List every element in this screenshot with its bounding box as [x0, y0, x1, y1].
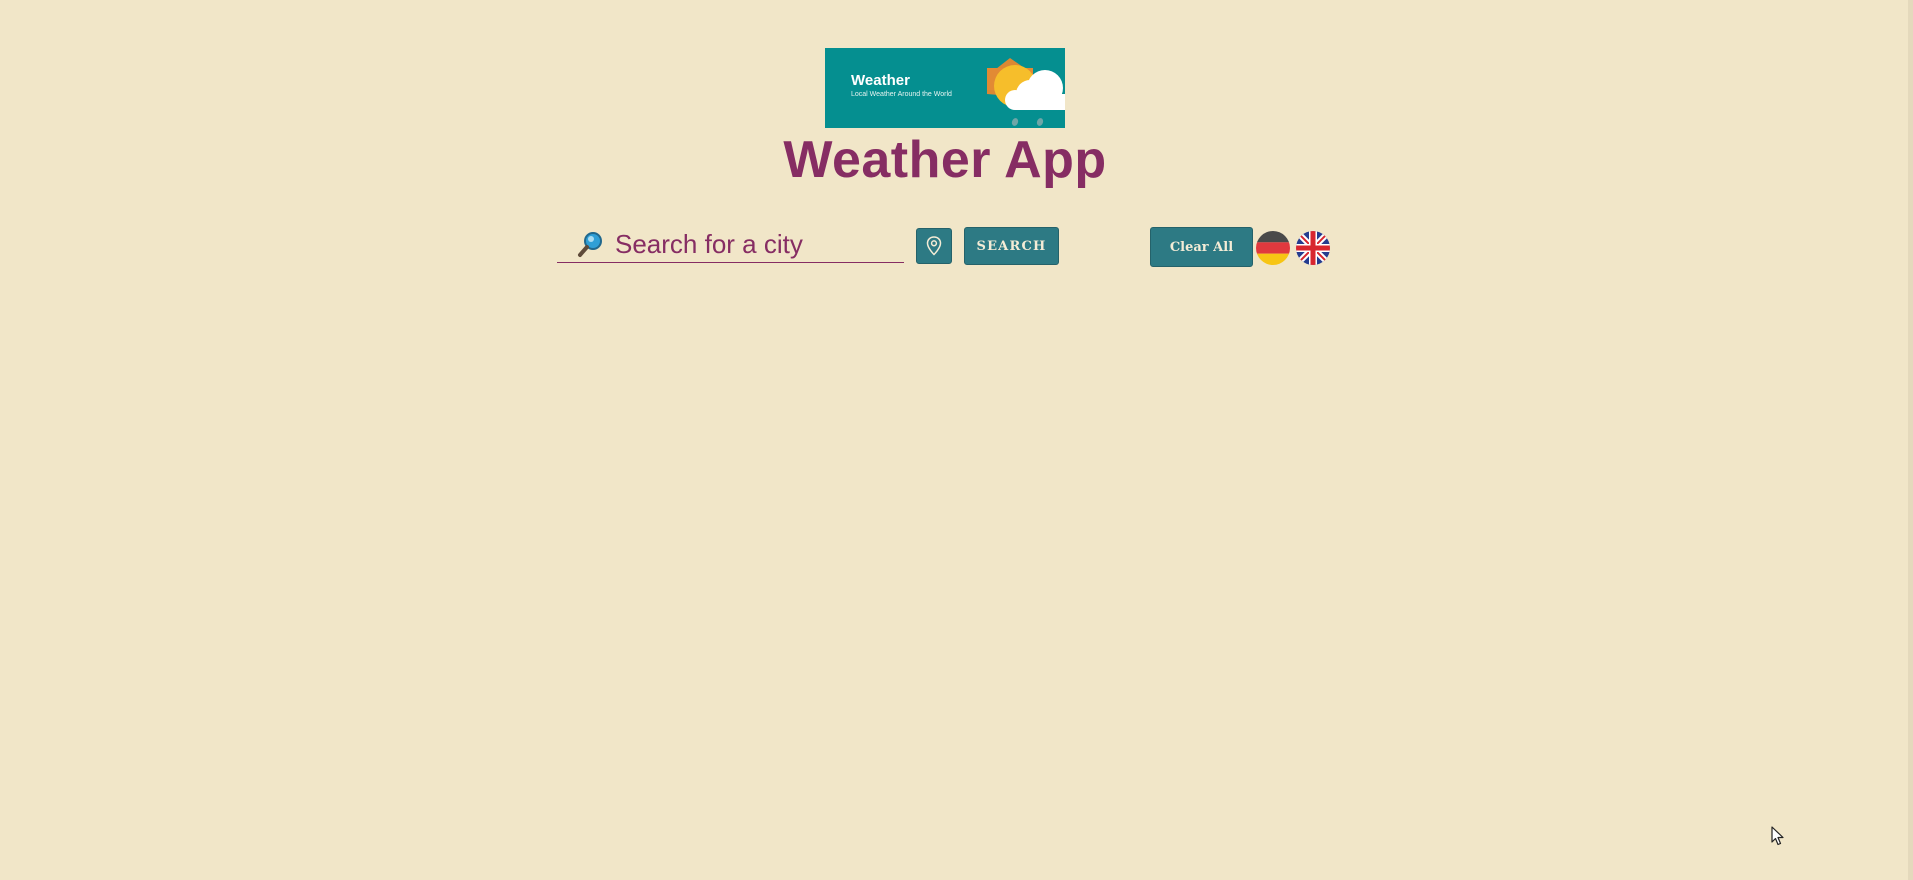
- scrollbar-track[interactable]: [1908, 0, 1913, 880]
- germany-flag-icon[interactable]: [1256, 231, 1290, 265]
- uk-flag-icon[interactable]: [1296, 231, 1330, 265]
- location-button[interactable]: [916, 228, 952, 264]
- search-input[interactable]: [615, 228, 900, 260]
- search-button[interactable]: SEARCH: [964, 227, 1059, 265]
- search-box: [557, 226, 904, 263]
- sun-cloud-rain-icon: [987, 58, 1065, 126]
- page-title: Weather App: [783, 131, 1107, 189]
- mouse-cursor-icon: [1771, 826, 1784, 846]
- search-icon: [578, 232, 602, 257]
- clear-all-button[interactable]: Clear All: [1150, 227, 1253, 267]
- app-logo: Weather Local Weather Around the World: [825, 48, 1065, 128]
- logo-title: Weather: [851, 72, 910, 89]
- logo-subtitle: Local Weather Around the World: [851, 91, 952, 98]
- map-pin-icon: [926, 236, 942, 256]
